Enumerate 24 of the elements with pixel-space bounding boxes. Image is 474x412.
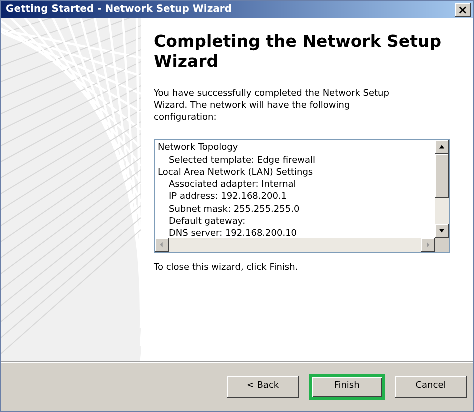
close-button[interactable]: ×	[455, 2, 471, 17]
config-line: DNS server: 192.168.200.10	[169, 228, 298, 238]
window-title: Getting Started - Network Setup Wizard	[6, 3, 232, 18]
scrollbar-corner	[435, 238, 449, 252]
config-line: Local Area Network (LAN) Settings	[158, 168, 314, 178]
config-line: Associated adapter: Internal	[169, 180, 296, 190]
config-line: Default gateway:	[169, 216, 246, 227]
config-line: Selected template: Edge firewall	[169, 156, 316, 166]
wizard-button[interactable]: Finish	[309, 374, 385, 400]
config-line: Network Topology	[158, 143, 238, 154]
wizard-button[interactable]: < Back	[227, 376, 299, 398]
horizontal-scrollbar[interactable]	[155, 238, 435, 252]
wizard-button[interactable]: Cancel	[395, 376, 467, 398]
vertical-scrollbar[interactable]	[435, 140, 449, 238]
intro-text: You have successfully completed the Network Setup Wizard. The network will have the following configuration:	[154, 88, 390, 124]
scroll-right-icon[interactable]	[421, 238, 435, 252]
config-line: Subnet mask: 255.255.255.0	[169, 204, 300, 214]
scroll-up-icon[interactable]	[435, 140, 449, 154]
wizard-heading: Completing the Network Setup Wizard	[154, 32, 443, 72]
scroll-left-icon[interactable]	[155, 238, 169, 252]
config-line: IP address: 192.168.200.1	[169, 192, 288, 202]
scroll-down-icon[interactable]	[435, 224, 449, 238]
scroll-thumb[interactable]	[435, 154, 449, 198]
closing-text: To close this wizard, click Finish.	[154, 262, 300, 276]
